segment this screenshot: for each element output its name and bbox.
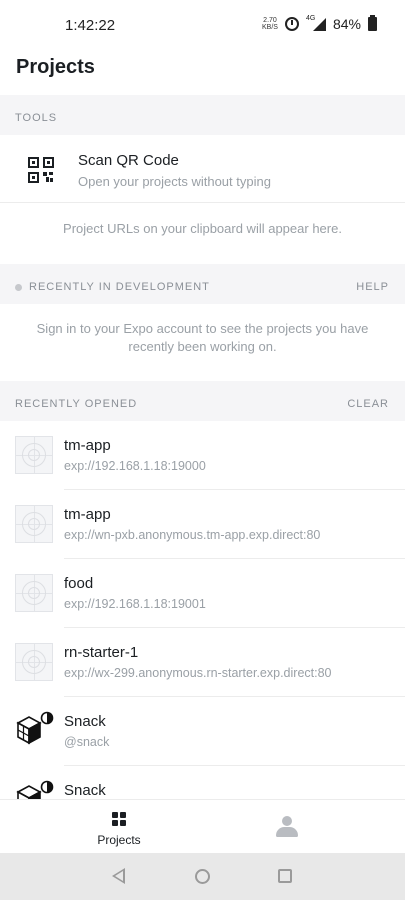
project-name: tm-app xyxy=(64,437,111,454)
development-header-label: RECENTLY IN DEVELOPMENT xyxy=(29,281,210,293)
status-time: 1:42:22 xyxy=(65,17,116,34)
system-nav-bar xyxy=(0,853,405,900)
scan-qr-code-row[interactable]: Scan QR Code Open your projects without … xyxy=(0,135,405,203)
project-name: Snack xyxy=(64,782,106,799)
snack-icon xyxy=(16,711,54,745)
development-section-header: RECENTLY IN DEVELOPMENT HELP xyxy=(0,264,405,304)
project-url: exp://wn-pxb.anonymous.tm-app.exp.direct… xyxy=(64,528,321,542)
network-type: 4G xyxy=(305,15,316,22)
back-icon[interactable] xyxy=(112,868,125,884)
help-button[interactable]: HELP xyxy=(356,281,389,293)
grid-icon xyxy=(112,812,127,827)
signin-note: Sign in to your Expo account to see the … xyxy=(36,321,369,354)
project-url: exp://wx-299.anonymous.rn-starter.exp.di… xyxy=(64,666,332,680)
battery-percent: 84% xyxy=(332,16,361,32)
project-name: tm-app xyxy=(64,506,111,523)
recent-header-label: RECENTLY OPENED xyxy=(15,398,138,410)
battery-icon xyxy=(368,15,377,31)
project-row[interactable]: Snack xyxy=(0,766,405,799)
status-dot-icon xyxy=(15,284,22,291)
scan-qr-subtitle: Open your projects without typing xyxy=(78,174,271,189)
project-name: food xyxy=(64,575,94,592)
page-title: Projects xyxy=(16,56,95,78)
net-speed-unit: KB/S xyxy=(262,24,278,31)
home-icon[interactable] xyxy=(195,869,210,884)
project-row[interactable]: rn-starter-1 exp://wx-299.anonymous.rn-s… xyxy=(0,628,405,697)
project-name: rn-starter-1 xyxy=(64,644,139,661)
project-url: @snack xyxy=(64,735,110,749)
project-url: exp://192.168.1.18:19000 xyxy=(64,459,206,473)
snack-icon xyxy=(16,780,54,799)
status-bar: 1:42:22 2.70 KB/S 4G 84% xyxy=(0,0,405,50)
person-icon xyxy=(276,816,298,838)
net-speed: 2.70 KB/S xyxy=(262,17,278,31)
bottom-tab-bar: Projects xyxy=(0,799,405,853)
project-row[interactable]: tm-app exp://192.168.1.18:19000 xyxy=(0,421,405,490)
project-placeholder-icon xyxy=(15,643,53,681)
alarm-icon xyxy=(284,17,299,31)
project-placeholder-icon xyxy=(15,505,53,543)
project-placeholder-icon xyxy=(15,436,53,474)
signal-icon: 4G xyxy=(305,15,326,31)
project-url: exp://192.168.1.18:19001 xyxy=(64,597,206,611)
project-placeholder-icon xyxy=(15,574,53,612)
recent-section-header: RECENTLY OPENED CLEAR xyxy=(0,381,405,421)
tools-header-label: TOOLS xyxy=(15,112,58,124)
project-name: Snack xyxy=(64,713,106,730)
net-speed-value: 2.70 xyxy=(263,17,277,24)
scan-qr-title: Scan QR Code xyxy=(78,152,179,169)
project-row[interactable]: food exp://192.168.1.18:19001 xyxy=(0,559,405,628)
tab-profile[interactable] xyxy=(185,800,387,854)
tools-section-header: TOOLS xyxy=(0,95,405,135)
clear-button[interactable]: CLEAR xyxy=(347,398,389,410)
recents-icon[interactable] xyxy=(278,869,292,883)
qr-code-icon xyxy=(28,157,54,183)
status-icons: 2.70 KB/S 4G 84% xyxy=(262,15,377,32)
project-row[interactable]: tm-app exp://wn-pxb.anonymous.tm-app.exp… xyxy=(0,490,405,559)
project-row[interactable]: Snack @snack xyxy=(0,697,405,766)
clipboard-note: Project URLs on your clipboard will appe… xyxy=(63,221,342,236)
